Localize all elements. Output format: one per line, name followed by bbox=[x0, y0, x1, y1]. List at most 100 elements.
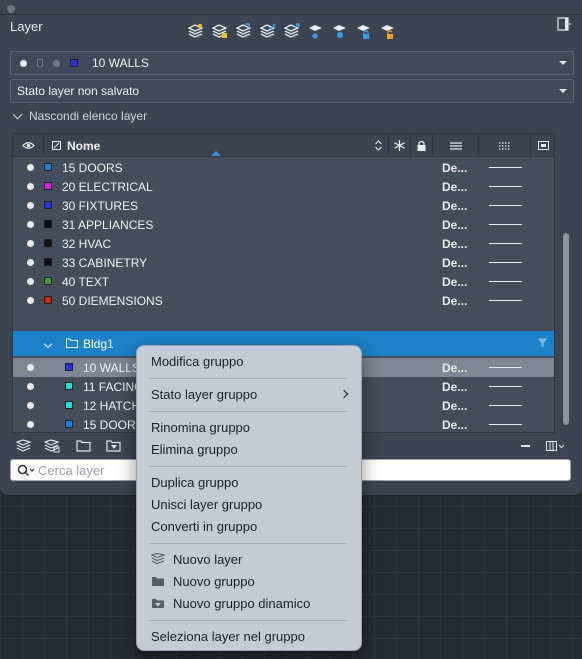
linetype-value[interactable]: De... bbox=[442, 256, 467, 270]
visible-icon[interactable] bbox=[27, 402, 34, 409]
chevron-down-icon bbox=[12, 109, 23, 119]
filter-icon[interactable] bbox=[537, 338, 548, 348]
layer-off-icon[interactable] bbox=[330, 22, 349, 41]
layer-color-swatch[interactable] bbox=[65, 420, 73, 428]
linetype-value[interactable]: De... bbox=[442, 161, 467, 175]
linetype-value[interactable]: De... bbox=[442, 275, 467, 289]
layer-row[interactable]: 15 DOORS De... bbox=[13, 158, 554, 177]
col-lineweight[interactable] bbox=[479, 134, 531, 157]
layer-color-swatch[interactable] bbox=[65, 382, 73, 390]
lineweight-line[interactable] bbox=[489, 205, 522, 206]
layer-states-icon[interactable] bbox=[234, 22, 253, 41]
lineweight-line[interactable] bbox=[489, 167, 522, 168]
visible-icon[interactable] bbox=[27, 240, 34, 247]
lineweight-line[interactable] bbox=[489, 224, 522, 225]
layer-isolate-icon[interactable] bbox=[282, 22, 301, 41]
layer-row[interactable]: 30 FIXTURES De... bbox=[13, 196, 554, 215]
menu-rename-group[interactable]: Rinomina gruppo bbox=[137, 417, 363, 439]
lineweight-line[interactable] bbox=[489, 424, 522, 425]
visible-icon[interactable] bbox=[27, 183, 34, 190]
col-freeze[interactable] bbox=[389, 134, 411, 157]
linetype-value[interactable]: De... bbox=[442, 218, 467, 232]
layer-row[interactable]: 50 DIEMENSIONS De... bbox=[13, 291, 554, 310]
layer-unlock-icon[interactable] bbox=[378, 22, 397, 41]
visible-icon[interactable] bbox=[27, 383, 34, 390]
visible-icon[interactable] bbox=[27, 364, 34, 371]
linetype-value[interactable]: De... bbox=[442, 380, 467, 394]
lineweight-line[interactable] bbox=[489, 186, 522, 187]
layer-row[interactable]: 20 ELECTRICAL De... bbox=[13, 177, 554, 196]
visible-icon[interactable] bbox=[27, 202, 34, 209]
visible-icon[interactable] bbox=[27, 259, 34, 266]
layer-color-swatch[interactable] bbox=[44, 163, 52, 171]
layer-color-swatch[interactable] bbox=[44, 258, 52, 266]
lineweight-line[interactable] bbox=[489, 386, 522, 387]
linetype-value[interactable]: De... bbox=[442, 418, 467, 432]
new-group-icon[interactable] bbox=[76, 439, 92, 453]
lineweight-line[interactable] bbox=[489, 405, 522, 406]
current-layer-dropdown[interactable]: 10 WALLS bbox=[10, 51, 574, 75]
visible-icon[interactable] bbox=[27, 297, 34, 304]
lineweight-line[interactable] bbox=[489, 243, 522, 244]
layer-color-swatch[interactable] bbox=[44, 182, 52, 190]
layer-row[interactable]: 31 APPLIANCES De... bbox=[13, 215, 554, 234]
col-visibility[interactable] bbox=[13, 134, 44, 157]
col-linetype[interactable] bbox=[433, 134, 479, 157]
lineweight-line[interactable] bbox=[489, 367, 522, 368]
linetype-value[interactable]: De... bbox=[442, 237, 467, 251]
menu-new-group[interactable]: Nuovo gruppo bbox=[137, 571, 363, 593]
columns-icon[interactable] bbox=[546, 440, 564, 452]
layer-state-dropdown[interactable]: Stato layer non salvato bbox=[10, 79, 574, 103]
layer-name: 12 HATCH bbox=[83, 399, 141, 413]
col-lock[interactable] bbox=[411, 134, 433, 157]
folder-icon bbox=[66, 338, 78, 348]
menu-select-layers-in-group[interactable]: Seleziona layer nel gruppo bbox=[137, 626, 363, 648]
layer-color-swatch[interactable] bbox=[65, 401, 73, 409]
layer-freeze-icon[interactable] bbox=[306, 22, 325, 41]
layer-row[interactable]: 32 HVAC De... bbox=[13, 234, 554, 253]
delete-layer-icon[interactable] bbox=[521, 445, 530, 447]
linetype-value[interactable]: De... bbox=[442, 180, 467, 194]
col-plot[interactable] bbox=[531, 134, 554, 157]
lineweight-line[interactable] bbox=[489, 281, 522, 282]
layer-lock-icon[interactable] bbox=[354, 22, 373, 41]
layer-row[interactable]: 40 TEXT De... bbox=[13, 272, 554, 291]
menu-group-layer-state[interactable]: Stato layer gruppo bbox=[137, 384, 363, 406]
dock-icon[interactable] bbox=[557, 17, 571, 31]
visible-icon[interactable] bbox=[27, 164, 34, 171]
layer-walk-icon[interactable] bbox=[258, 22, 277, 41]
layer-color-swatch[interactable] bbox=[44, 296, 52, 304]
layer-color-swatch[interactable] bbox=[44, 220, 52, 228]
menu-edit-group[interactable]: Modifica gruppo bbox=[137, 351, 363, 373]
new-layer-icon[interactable] bbox=[16, 439, 32, 453]
new-layer-vp-icon[interactable] bbox=[210, 22, 229, 41]
lineweight-line[interactable] bbox=[489, 262, 522, 263]
new-layer-vp-icon[interactable] bbox=[44, 439, 60, 453]
menu-merge-group-layers[interactable]: Unisci layer gruppo bbox=[137, 494, 363, 516]
layer-color-swatch[interactable] bbox=[44, 277, 52, 285]
menu-new-layer[interactable]: Nuovo layer bbox=[137, 549, 363, 571]
window-dot[interactable] bbox=[7, 5, 15, 13]
visible-icon bbox=[20, 59, 27, 67]
lineweight-line[interactable] bbox=[489, 300, 522, 301]
visible-icon[interactable] bbox=[27, 421, 34, 428]
visible-icon[interactable] bbox=[27, 278, 34, 285]
linetype-value[interactable]: De... bbox=[442, 399, 467, 413]
layer-color-swatch[interactable] bbox=[44, 239, 52, 247]
menu-convert-to-group[interactable]: Converti in gruppo bbox=[137, 516, 363, 538]
visible-icon[interactable] bbox=[27, 221, 34, 228]
dynamic-group-icon[interactable] bbox=[106, 439, 122, 453]
menu-new-dynamic-group[interactable]: Nuovo gruppo dinamico bbox=[137, 593, 363, 615]
hide-layer-list-toggle[interactable]: Nascondi elenco layer bbox=[11, 109, 147, 123]
new-layer-icon[interactable] bbox=[186, 22, 205, 41]
layer-color-swatch[interactable] bbox=[65, 363, 73, 371]
layer-row[interactable]: 33 CABINETRY De... bbox=[13, 253, 554, 272]
linetype-value[interactable]: De... bbox=[442, 199, 467, 213]
menu-delete-group[interactable]: Elimina gruppo bbox=[137, 439, 363, 461]
linetype-value[interactable]: De... bbox=[442, 361, 467, 375]
linetype-value[interactable]: De... bbox=[442, 294, 467, 308]
layer-color-swatch[interactable] bbox=[44, 201, 52, 209]
grid-scrollbar[interactable] bbox=[559, 133, 573, 433]
menu-duplicate-group[interactable]: Duplica gruppo bbox=[137, 472, 363, 494]
scrollbar-thumb[interactable] bbox=[563, 233, 569, 425]
